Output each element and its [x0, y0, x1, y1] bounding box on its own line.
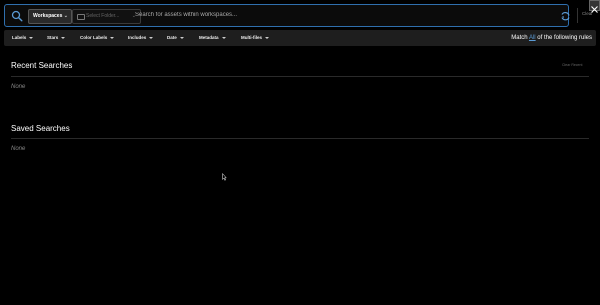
filter-includes[interactable]: Includes [128, 30, 154, 46]
chevron-down-icon: ⌄ [63, 13, 68, 19]
filter-label: Labels [12, 35, 27, 40]
filter-date[interactable]: Date [167, 30, 184, 46]
recent-empty-text: None [11, 84, 26, 90]
search-bar-divider [577, 8, 578, 23]
folder-select[interactable]: Select Folder... ⌄ [72, 9, 141, 24]
filter-label: Includes [128, 35, 147, 40]
recent-searches-title: Recent Searches [11, 61, 73, 70]
match-mode-link[interactable]: All [529, 35, 536, 41]
search-input[interactable] [135, 8, 545, 22]
close-icon [591, 6, 598, 13]
caret-down-icon [149, 36, 154, 39]
caret-down-icon [221, 36, 226, 39]
folder-icon [77, 14, 85, 20]
search-icon[interactable] [11, 9, 23, 22]
caret-down-icon [265, 36, 269, 39]
filter-labels[interactable]: Labels [12, 30, 34, 46]
filter-label: Metadata [199, 35, 219, 40]
clear-recent-button[interactable]: Clear Recent [562, 63, 582, 67]
refresh-icon[interactable] [560, 9, 571, 21]
filter-label: Color Labels [80, 35, 108, 40]
filter-label: Multi-files [241, 35, 262, 40]
caret-down-icon [179, 36, 184, 39]
saved-empty-text: None [11, 146, 26, 152]
filter-stars[interactable]: Stars [47, 30, 66, 46]
caret-down-icon [110, 36, 115, 39]
filter-metadata[interactable]: Metadata [199, 30, 226, 46]
filter-multi-files[interactable]: Multi-files [241, 30, 269, 46]
filter-bar: Labels Stars Color Labels Includes Date … [4, 30, 596, 46]
saved-divider [11, 138, 589, 139]
filter-label: Stars [47, 35, 59, 40]
match-rules: Match All of the following rules [511, 30, 592, 46]
mouse-cursor-icon [222, 173, 227, 181]
caret-down-icon [29, 36, 34, 39]
filter-label: Date [167, 35, 177, 40]
close-button[interactable] [589, 0, 600, 13]
recent-divider [11, 76, 589, 77]
workspace-dropdown[interactable]: Workspaces ⌄ [28, 9, 72, 24]
caret-down-icon [61, 36, 66, 39]
match-prefix: Match [511, 35, 528, 41]
search-bar: Workspaces ⌄ Select Folder... ⌄ Clear [4, 4, 593, 27]
saved-searches-title: Saved Searches [11, 124, 70, 133]
folder-select-placeholder: Select Folder... [86, 13, 120, 19]
match-suffix: of the following rules [537, 35, 592, 41]
filter-color-labels[interactable]: Color Labels [80, 30, 115, 46]
workspace-dropdown-label: Workspaces [33, 13, 63, 19]
